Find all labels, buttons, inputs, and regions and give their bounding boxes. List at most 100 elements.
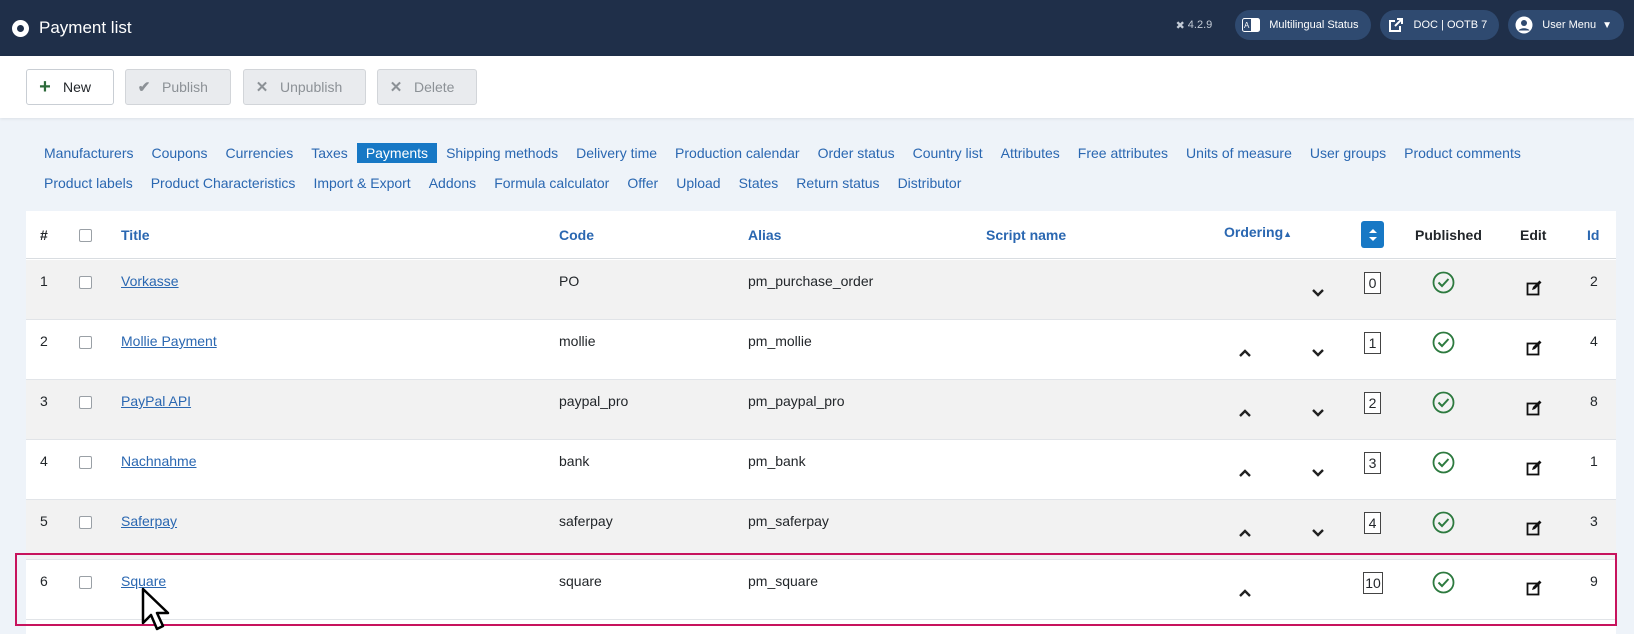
row-code: paypal_pro: [559, 393, 629, 409]
submenu-item[interactable]: Country list: [904, 143, 992, 163]
submenu-item[interactable]: Attributes: [992, 143, 1069, 163]
order-input[interactable]: 4: [1364, 512, 1381, 534]
toolbar: + New ✔ Publish ✕ Unpublish ✕ Delete: [0, 56, 1634, 118]
submenu-item[interactable]: Return status: [787, 173, 888, 193]
user-menu-button[interactable]: User Menu ▼: [1508, 10, 1624, 40]
header-script-name[interactable]: Script name: [986, 227, 1066, 243]
submenu-item[interactable]: Taxes: [302, 143, 357, 163]
row-checkbox[interactable]: [79, 396, 92, 409]
header-ordering[interactable]: Ordering▲: [1224, 224, 1292, 240]
order-input[interactable]: 2: [1364, 392, 1381, 414]
row-id: 8: [1590, 393, 1598, 409]
published-check-icon[interactable]: [1432, 391, 1455, 414]
delete-label: Delete: [414, 79, 455, 95]
move-down-icon[interactable]: [1310, 525, 1326, 541]
row-id: 1: [1590, 453, 1598, 469]
mouse-cursor-icon: [141, 587, 170, 631]
submenu-item[interactable]: Distributor: [889, 173, 971, 193]
move-down-icon[interactable]: [1310, 405, 1326, 421]
submenu-row: Product labels Product Characteristics Imp…: [26, 168, 1616, 198]
app-header: Payment list ✖ 4.2.9 A Multilingual Stat…: [0, 0, 1634, 56]
close-icon: ✕: [255, 79, 269, 96]
submenu-item[interactable]: Addons: [420, 173, 485, 193]
row-title-link[interactable]: Saferpay: [121, 513, 177, 529]
row-checkbox[interactable]: [79, 456, 92, 469]
move-down-icon[interactable]: [1310, 465, 1326, 481]
row-alias: pm_mollie: [748, 333, 812, 349]
header-code[interactable]: Code: [559, 227, 594, 243]
submenu-item[interactable]: Coupons: [142, 143, 216, 163]
user-menu-label: User Menu: [1542, 19, 1597, 31]
delete-button[interactable]: ✕ Delete: [377, 69, 477, 105]
order-input[interactable]: 3: [1364, 452, 1381, 474]
published-check-icon[interactable]: [1432, 451, 1455, 474]
edit-icon[interactable]: [1526, 340, 1542, 356]
edit-icon[interactable]: [1526, 400, 1542, 416]
submenu-item[interactable]: Shipping methods: [437, 143, 567, 163]
move-up-icon[interactable]: [1237, 345, 1253, 361]
unpublish-label: Unpublish: [280, 79, 343, 95]
submenu-item[interactable]: Product comments: [1395, 143, 1530, 163]
move-up-icon[interactable]: [1237, 405, 1253, 421]
row-title-link[interactable]: Vorkasse: [121, 273, 179, 289]
move-up-icon[interactable]: [1237, 525, 1253, 541]
submenu-item[interactable]: Order status: [809, 143, 904, 163]
submenu-item[interactable]: Payments: [356, 143, 438, 163]
move-down-icon[interactable]: [1310, 285, 1326, 301]
submenu-item[interactable]: States: [730, 173, 788, 193]
user-icon: [1514, 15, 1534, 35]
order-input[interactable]: 1: [1364, 332, 1381, 354]
row-num: 4: [40, 453, 48, 469]
header-alias[interactable]: Alias: [748, 227, 781, 243]
published-check-icon[interactable]: [1432, 271, 1455, 294]
joomla-logo-icon: [12, 19, 29, 37]
row-alias: pm_saferpay: [748, 513, 829, 529]
row-checkbox[interactable]: [79, 336, 92, 349]
published-check-icon[interactable]: [1432, 331, 1455, 354]
submenu-item[interactable]: Import & Export: [304, 173, 419, 193]
submenu-item[interactable]: Production calendar: [666, 143, 809, 163]
move-up-icon[interactable]: [1237, 465, 1253, 481]
row-checkbox[interactable]: [79, 516, 92, 529]
table-row: 2 Mollie Payment mollie pm_mollie 1 4: [26, 320, 1616, 380]
save-order-button[interactable]: [1361, 221, 1384, 248]
submenu-row: Manufacturers Coupons Currencies Taxes Payme…: [26, 138, 1616, 168]
published-check-icon[interactable]: [1432, 511, 1455, 534]
unpublish-button[interactable]: ✕ Unpublish: [243, 69, 366, 105]
submenu-item[interactable]: Delivery time: [567, 143, 666, 163]
submenu-item[interactable]: Offer: [618, 173, 667, 193]
submenu-item[interactable]: Currencies: [217, 143, 303, 163]
multilingual-status-button[interactable]: A Multilingual Status: [1235, 10, 1371, 40]
submenu-item[interactable]: User groups: [1301, 143, 1395, 163]
edit-icon[interactable]: [1526, 460, 1542, 476]
header-edit: Edit: [1520, 227, 1547, 243]
doc-site-link[interactable]: DOC | OOTB 7: [1379, 10, 1500, 40]
highlight-box: [15, 553, 1617, 626]
row-title-link[interactable]: PayPal API: [121, 393, 191, 409]
header-title[interactable]: Title: [121, 227, 150, 243]
publish-button[interactable]: ✔ Publish: [125, 69, 231, 105]
edit-icon[interactable]: [1526, 520, 1542, 536]
row-id: 3: [1590, 513, 1598, 529]
move-down-icon[interactable]: [1310, 345, 1326, 361]
table-header: # Title Code Alias Script name Ordering▲…: [26, 211, 1616, 259]
row-num: 3: [40, 393, 48, 409]
row-title-link[interactable]: Mollie Payment: [121, 333, 217, 349]
header-id[interactable]: Id: [1587, 227, 1599, 243]
select-all-checkbox[interactable]: [79, 229, 92, 242]
submenu-item[interactable]: Formula calculator: [485, 173, 618, 193]
submenu-item[interactable]: Product labels: [26, 173, 142, 193]
submenu-item[interactable]: Units of measure: [1177, 143, 1301, 163]
table-row: 4 Nachnahme bank pm_bank 3 1: [26, 440, 1616, 500]
order-input[interactable]: 0: [1364, 272, 1381, 294]
new-button[interactable]: + New: [26, 69, 114, 105]
submenu-item[interactable]: Free attributes: [1069, 143, 1177, 163]
submenu-item[interactable]: Product Characteristics: [142, 173, 305, 193]
row-title-link[interactable]: Nachnahme: [121, 453, 197, 469]
submenu-item[interactable]: Upload: [667, 173, 729, 193]
row-checkbox[interactable]: [79, 276, 92, 289]
edit-icon[interactable]: [1526, 280, 1542, 296]
submenu-item[interactable]: Manufacturers: [26, 143, 142, 163]
svg-text:A: A: [1244, 21, 1250, 30]
external-link-icon: [1386, 15, 1406, 35]
